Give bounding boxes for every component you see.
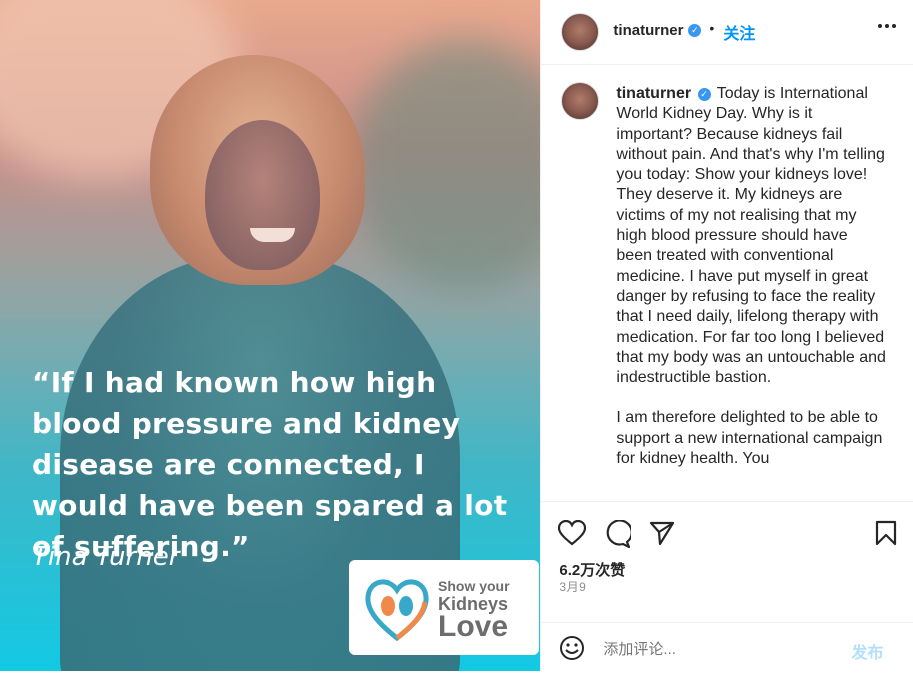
caption-username[interactable]: tinaturner — [616, 85, 691, 102]
save-icon[interactable] — [875, 520, 897, 551]
quote-author: Tina Turner — [32, 542, 180, 572]
post-actions: 6.2万次赞 3月9 发布 — [541, 501, 913, 672]
comment-icon[interactable] — [603, 519, 634, 553]
more-options-icon[interactable] — [877, 16, 897, 42]
separator-dot: • — [709, 20, 715, 36]
caption-paragraph-1: Today is International World Kidney Day.… — [616, 85, 886, 387]
post-viewer: “If I had known how high blood pressure … — [0, 0, 913, 671]
post-header: tinaturner ✓ • 关注 — [541, 0, 913, 65]
post-button[interactable]: 发布 — [851, 639, 883, 663]
avatar[interactable] — [561, 13, 600, 51]
caption: tinaturner ✓ Today is International Worl… — [616, 84, 886, 489]
campaign-badge: Show your Kidneys Love — [349, 560, 539, 655]
post-sidebar: tinaturner ✓ • 关注 tinaturner ✓ Today is … — [540, 0, 913, 671]
comment-input[interactable] — [601, 640, 846, 659]
header-username[interactable]: tinaturner — [613, 22, 683, 39]
share-icon[interactable] — [649, 520, 675, 551]
comments-area[interactable]: tinaturner ✓ Today is International Worl… — [541, 64, 913, 501]
caption-paragraph-2: I am therefore delighted to be able to s… — [616, 409, 883, 468]
kidney-heart-icon — [365, 579, 429, 642]
figure-face — [205, 120, 320, 270]
figure-smile — [250, 228, 295, 242]
badge-line-3: Love — [438, 610, 509, 643]
quote-text: “If I had known how high blood pressure … — [32, 366, 508, 563]
badge-line-1: Show your — [438, 578, 510, 594]
follow-button[interactable]: 关注 — [723, 20, 755, 44]
like-icon[interactable] — [558, 519, 587, 551]
emoji-icon[interactable] — [559, 635, 585, 666]
bg-foliage — [350, 40, 541, 290]
caption-verified-icon: ✓ — [697, 88, 711, 101]
caption-avatar[interactable] — [561, 82, 600, 120]
add-comment-bar: 发布 — [541, 622, 913, 673]
verified-badge-icon: ✓ — [688, 24, 702, 37]
post-date[interactable]: 3月9 — [559, 578, 586, 595]
post-image[interactable]: “If I had known how high blood pressure … — [0, 0, 541, 671]
like-count[interactable]: 6.2万次赞 — [559, 559, 625, 580]
